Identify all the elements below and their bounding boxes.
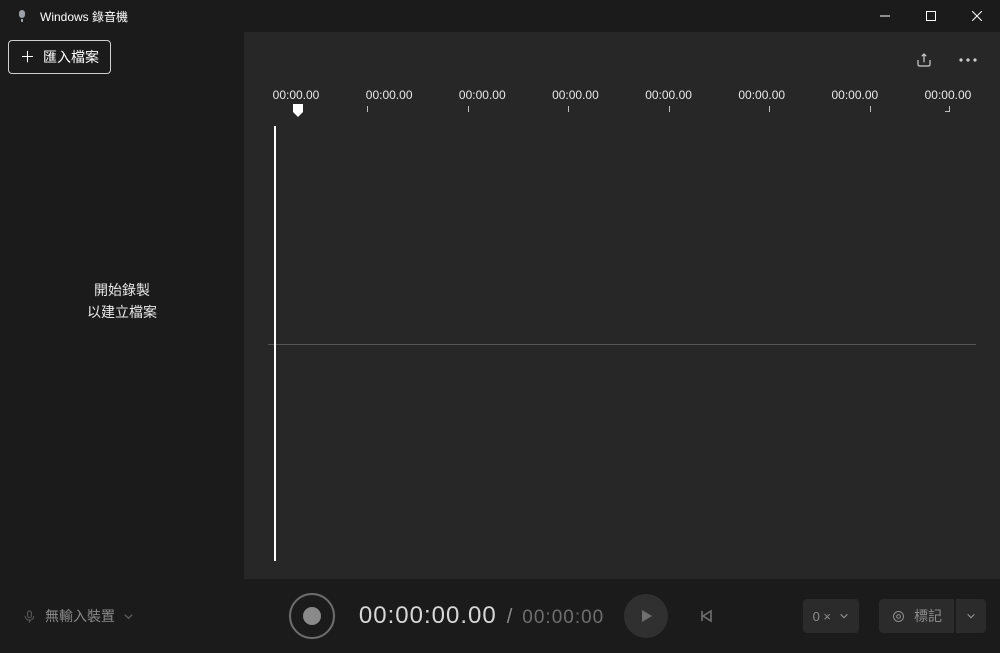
more-button[interactable] (948, 42, 988, 78)
input-device-label: 無輸入裝置 (45, 606, 115, 626)
chevron-down-icon (123, 611, 134, 622)
playhead-line (274, 126, 276, 561)
marker-label: 標記 (914, 606, 942, 626)
playback-speed-selector[interactable]: 0 × (803, 599, 859, 633)
record-button[interactable] (289, 593, 335, 639)
ruler-label: 00:00.00 (547, 88, 603, 102)
ruler-label: 00:00.00 (827, 88, 883, 102)
content-area: 00:00.00 00:00.00 00:00.00 00:00.00 00:0… (244, 32, 1000, 579)
ruler-label: 00:00.00 (734, 88, 790, 102)
minimize-button[interactable] (862, 0, 908, 32)
app-icon (14, 8, 30, 24)
empty-state-message: 開始錄製 以建立檔案 (0, 24, 244, 579)
current-time: 00:00:00.00 (359, 602, 497, 630)
ruler-label: 00:00.00 (361, 88, 417, 102)
timecode: 00:00:00.00 / 00:00:00 (359, 602, 604, 630)
empty-line-2: 以建立檔案 (87, 302, 157, 324)
time-separator: / (507, 606, 513, 629)
window-controls (862, 0, 1000, 32)
main-area: ＋ 匯入檔案 開始錄製 以建立檔案 00:00.00 (0, 32, 1000, 579)
app-title: Windows 錄音機 (40, 8, 128, 25)
empty-line-1: 開始錄製 (94, 280, 150, 302)
add-marker-button[interactable]: 標記 (879, 599, 954, 633)
record-icon (303, 607, 321, 625)
waveform-area[interactable] (268, 126, 976, 561)
close-button[interactable] (954, 0, 1000, 32)
waveform-midline (268, 344, 976, 345)
marker-dropdown-button[interactable] (956, 599, 986, 633)
input-device-selector[interactable]: 無輸入裝置 (14, 600, 142, 632)
ruler-label: 00:00.00 (641, 88, 697, 102)
previous-marker-button[interactable] (686, 596, 726, 636)
speed-label: 0 × (813, 609, 831, 624)
share-button[interactable] (904, 42, 944, 78)
marker-icon (891, 609, 906, 624)
ruler-label: 00:00.00 (920, 88, 976, 102)
marker-button-group: 標記 (879, 599, 986, 633)
playhead-handle[interactable] (292, 104, 304, 118)
total-time: 00:00:00 (522, 607, 604, 629)
content-toolbar (244, 32, 1000, 88)
ruler-label: 00:00.00 (454, 88, 510, 102)
chevron-down-icon (839, 611, 849, 621)
bottom-bar: 無輸入裝置 00:00:00.00 / 00:00:00 0 × 標記 (0, 579, 1000, 653)
play-button[interactable] (624, 594, 668, 638)
maximize-button[interactable] (908, 0, 954, 32)
microphone-icon (22, 609, 37, 624)
ruler-ticks (268, 106, 976, 120)
ruler-label: 00:00.00 (268, 88, 324, 102)
sidebar: ＋ 匯入檔案 開始錄製 以建立檔案 (0, 32, 244, 579)
timeline-ruler[interactable]: 00:00.00 00:00.00 00:00.00 00:00.00 00:0… (244, 88, 1000, 120)
ruler-labels: 00:00.00 00:00.00 00:00.00 00:00.00 00:0… (268, 88, 976, 102)
